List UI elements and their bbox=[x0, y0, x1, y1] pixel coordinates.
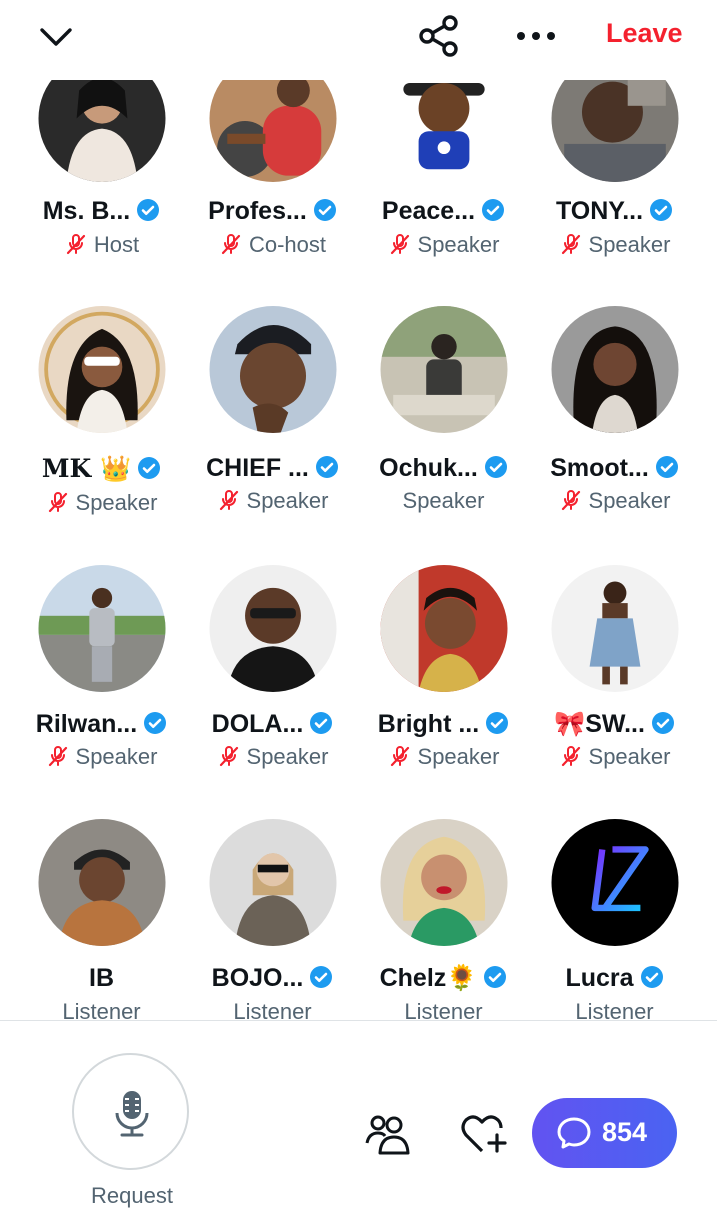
participant-name: Ochuk... bbox=[358, 454, 529, 483]
share-icon[interactable] bbox=[416, 14, 462, 58]
mic-off-icon bbox=[561, 746, 580, 767]
chat-button[interactable]: 854 bbox=[532, 1098, 677, 1168]
participant-name: Profes... bbox=[187, 197, 358, 226]
participant-11[interactable]: Bright ... Speaker bbox=[358, 555, 529, 795]
avatar[interactable] bbox=[38, 565, 165, 692]
participant-role: Speaker bbox=[16, 744, 187, 770]
participant-role: Host bbox=[16, 232, 187, 258]
participant-name: Ms. B... bbox=[16, 197, 187, 226]
participant-name: 🎀SW... bbox=[529, 710, 700, 739]
participant-role: Speaker bbox=[402, 488, 485, 513]
avatar[interactable] bbox=[209, 819, 336, 946]
chat-count: 854 bbox=[602, 1117, 648, 1147]
verified-icon bbox=[482, 199, 505, 221]
participant-12[interactable]: 🎀SW... Speaker bbox=[529, 555, 700, 795]
participant-15[interactable]: Chelz🌻 Listener bbox=[358, 810, 529, 1020]
participant-14[interactable]: BOJO... Listener bbox=[187, 810, 358, 1020]
mic-off-icon bbox=[390, 746, 409, 767]
participant-role: Listener bbox=[62, 999, 141, 1020]
participant-name: Peace... bbox=[358, 197, 529, 226]
chevron-down-icon[interactable] bbox=[38, 22, 74, 50]
verified-icon bbox=[484, 966, 507, 988]
mic-off-icon bbox=[48, 746, 67, 767]
more-icon[interactable] bbox=[512, 24, 560, 48]
verified-icon bbox=[486, 712, 509, 734]
verified-icon bbox=[144, 712, 167, 734]
participant-name: CHIEF ... bbox=[187, 454, 358, 483]
verified-icon bbox=[138, 457, 161, 479]
mic-off-icon bbox=[390, 234, 409, 255]
participant-name: Chelz🌻 bbox=[358, 964, 529, 993]
mic-off-icon bbox=[219, 746, 238, 767]
mic-icon bbox=[115, 1091, 149, 1137]
chat-icon bbox=[557, 1117, 591, 1149]
participant-name: Rilwan... bbox=[16, 710, 187, 739]
avatar[interactable] bbox=[551, 565, 678, 692]
participant-role: Speaker bbox=[358, 232, 529, 258]
participant-role: Listener bbox=[404, 999, 483, 1020]
participant-role: Speaker bbox=[358, 744, 529, 770]
top-bar: Leave bbox=[0, 0, 717, 80]
avatar[interactable] bbox=[209, 565, 336, 692]
mic-off-icon bbox=[48, 492, 67, 513]
participant-name: BOJO... bbox=[187, 964, 358, 993]
participant-name: Lucra bbox=[529, 964, 700, 993]
avatar[interactable] bbox=[380, 819, 507, 946]
verified-icon bbox=[484, 456, 507, 478]
participant-role: Speaker bbox=[187, 744, 358, 770]
avatar[interactable] bbox=[38, 819, 165, 946]
avatar[interactable] bbox=[38, 306, 165, 433]
participant-10[interactable]: DOLA... Speaker bbox=[187, 555, 358, 795]
participant-16[interactable]: Lucra Listener bbox=[529, 810, 700, 1020]
participant-name: Smoot... bbox=[529, 454, 700, 483]
mic-off-icon bbox=[561, 490, 580, 511]
avatar[interactable] bbox=[209, 306, 336, 433]
request-mic-button[interactable] bbox=[72, 1053, 189, 1170]
participant-9[interactable]: Rilwan... Speaker bbox=[16, 555, 187, 795]
verified-icon bbox=[650, 199, 673, 221]
participant-name: TONY... bbox=[529, 197, 700, 226]
participant-5[interactable]: MK 👑 Speaker bbox=[16, 300, 187, 540]
verified-icon bbox=[651, 712, 674, 734]
participant-role: Listener bbox=[233, 999, 312, 1020]
participant-role: Speaker bbox=[529, 744, 700, 770]
participant-name: Bright ... bbox=[358, 710, 529, 739]
heart-plus-icon[interactable] bbox=[460, 1111, 508, 1155]
verified-icon bbox=[313, 199, 336, 221]
verified-icon bbox=[137, 199, 160, 221]
participant-8[interactable]: Smoot... Speaker bbox=[529, 300, 700, 540]
participant-role: Speaker bbox=[529, 232, 700, 258]
verified-icon bbox=[640, 966, 663, 988]
avatar[interactable] bbox=[380, 565, 507, 692]
people-icon[interactable] bbox=[364, 1111, 410, 1155]
participant-grid: Ms. B... Host Profes... Co-host Peace...… bbox=[0, 0, 717, 1020]
verified-icon bbox=[315, 456, 338, 478]
participant-6[interactable]: CHIEF ... Speaker bbox=[187, 300, 358, 540]
avatar[interactable] bbox=[551, 306, 678, 433]
verified-icon bbox=[310, 712, 333, 734]
participant-role: Listener bbox=[575, 999, 654, 1020]
avatar[interactable] bbox=[551, 819, 678, 946]
mic-off-icon bbox=[561, 234, 580, 255]
bottom-controls: Request 854 bbox=[0, 1021, 717, 1208]
participant-13[interactable]: IB Listener bbox=[16, 810, 187, 1020]
participant-name: IB bbox=[89, 964, 114, 992]
participant-7[interactable]: Ochuk... Speaker bbox=[358, 300, 529, 540]
participant-role: Speaker bbox=[529, 488, 700, 514]
leave-button[interactable]: Leave bbox=[606, 18, 683, 49]
participant-name: DOLA... bbox=[187, 710, 358, 739]
participant-role: Speaker bbox=[187, 488, 358, 514]
participant-role: Co-host bbox=[187, 232, 358, 258]
participant-role: Speaker bbox=[16, 490, 187, 516]
mic-off-icon bbox=[221, 234, 241, 255]
verified-icon bbox=[310, 966, 333, 988]
avatar[interactable] bbox=[380, 306, 507, 433]
participant-name: MK 👑 bbox=[16, 454, 187, 484]
request-label: Request bbox=[91, 1183, 173, 1208]
mic-off-icon bbox=[66, 234, 85, 255]
mic-off-icon bbox=[219, 490, 238, 511]
verified-icon bbox=[655, 456, 678, 478]
